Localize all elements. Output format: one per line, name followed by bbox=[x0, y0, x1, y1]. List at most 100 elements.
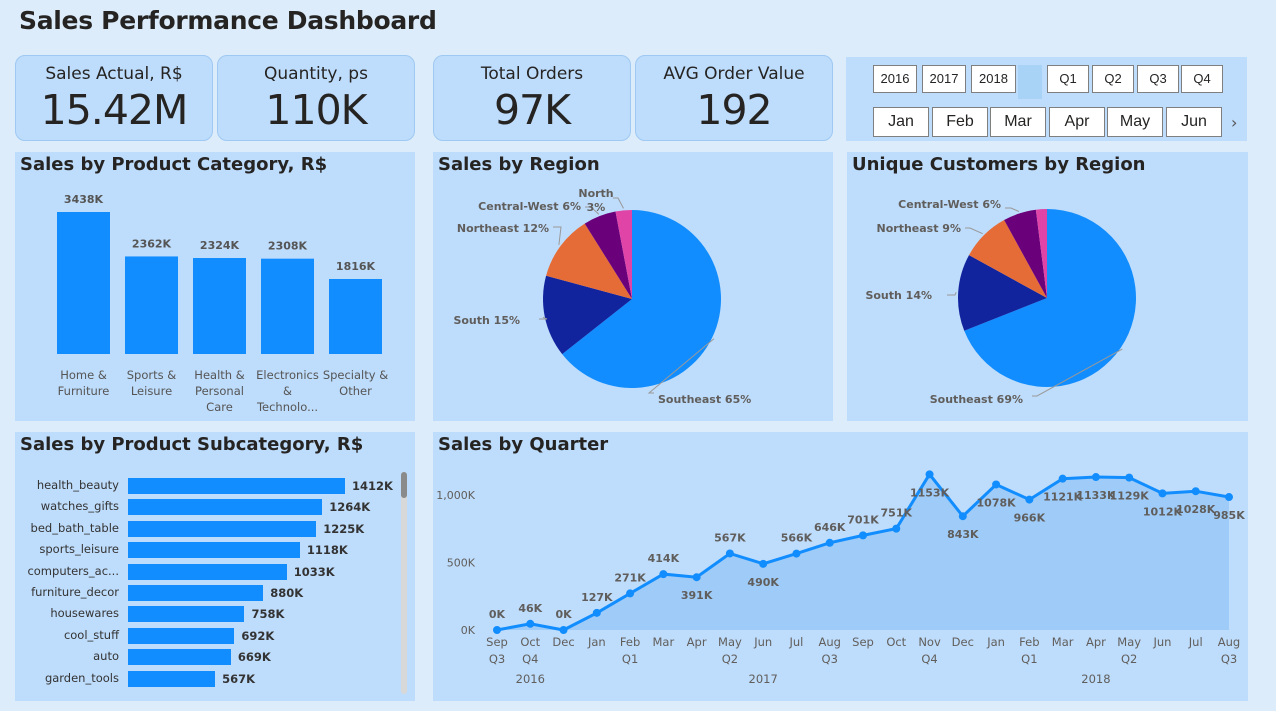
subcategory-row[interactable]: computers_ac... 1033K bbox=[15, 563, 415, 580]
slicer-year-2016[interactable]: 2016 bbox=[873, 65, 917, 93]
sales-point-label: 566K bbox=[781, 532, 813, 545]
y-axis-tick-label: 500K bbox=[447, 557, 476, 570]
kpi-value: 110K bbox=[265, 86, 367, 134]
x-axis-quarter-label: Q1 bbox=[1021, 652, 1037, 666]
quarter-area-chart: 0K 500K 1,000K 0K Sep 46K Oct 0K Dec 127K Jan 271K F… bbox=[436, 470, 1245, 686]
kpi-label: Total Orders bbox=[480, 64, 584, 84]
subcategory-value: 1118K bbox=[306, 543, 348, 558]
x-axis-quarter-label: Q3 bbox=[822, 652, 838, 666]
sales-point-label: 646K bbox=[814, 521, 846, 534]
x-axis-month-label: Mar bbox=[653, 635, 675, 649]
x-axis-month-label: Oct bbox=[886, 635, 906, 649]
x-axis-quarter-label: Q1 bbox=[622, 652, 638, 666]
category-bar bbox=[329, 278, 382, 354]
subcategory-row[interactable]: furniture_decor 880K bbox=[15, 585, 415, 601]
subcategory-bar bbox=[128, 670, 216, 687]
subcategory-row[interactable]: watches_gifts 1264K bbox=[15, 499, 415, 516]
subcategory-bar bbox=[128, 585, 264, 601]
subcategory-row[interactable]: health_beauty 1412K bbox=[15, 478, 415, 494]
slicer-quarter-q1[interactable]: Q1 bbox=[1047, 65, 1089, 93]
subcategory-value: 692K bbox=[241, 628, 275, 643]
scrollbar-thumb[interactable] bbox=[401, 472, 407, 498]
category-chart-panel: Sales by Product Category, R$ 3438K Home … bbox=[15, 152, 415, 421]
x-axis-month-label: Jan bbox=[986, 635, 1005, 649]
region-slice-label: Southeast 65% bbox=[658, 393, 751, 406]
x-axis-month-label: Aug bbox=[818, 635, 840, 649]
sales-point-label: 1028K bbox=[1176, 503, 1216, 516]
subcategory-label: cool_stuff bbox=[63, 627, 119, 642]
y-axis-tick-label: 1,000K bbox=[436, 489, 475, 502]
slicer-month-mar[interactable]: Mar bbox=[990, 107, 1046, 137]
subcategory-value: 880K bbox=[270, 586, 304, 600]
subcategory-row[interactable]: auto 669K bbox=[15, 649, 415, 666]
subcategory-label: bed_bath_table bbox=[30, 520, 119, 535]
category-axis-label: Care bbox=[206, 400, 233, 414]
subcategory-label: sports_leisure bbox=[39, 542, 119, 557]
chevron-right-icon[interactable]: › bbox=[1231, 113, 1237, 132]
x-axis-month-label: Jul bbox=[789, 635, 804, 649]
sales-point bbox=[692, 573, 701, 582]
category-bar-value: 3438K bbox=[64, 193, 104, 206]
region-chart-panel: Sales by Region Southeast 65% South 15% No… bbox=[433, 152, 833, 421]
category-bar-value: 2324K bbox=[200, 239, 240, 252]
category-axis-label: & bbox=[283, 384, 292, 398]
subcategory-row[interactable]: housewares 758K bbox=[15, 606, 415, 623]
region-slice-label: South 15% bbox=[453, 314, 520, 327]
sales-point bbox=[1091, 473, 1100, 482]
x-axis-year-label: 2017 bbox=[749, 672, 778, 686]
slicer-quarter-q4[interactable]: Q4 bbox=[1181, 65, 1223, 93]
kpi-card-quantity[interactable]: Quantity, ps 110K bbox=[217, 55, 415, 141]
subcategory-label: furniture_decor bbox=[31, 585, 119, 599]
sales-point-label: 751K bbox=[881, 507, 913, 520]
scrollbar-track[interactable] bbox=[401, 472, 407, 694]
slicer-month-may[interactable]: May bbox=[1107, 107, 1163, 137]
subcategory-value: 758K bbox=[251, 607, 285, 622]
sales-point-label: 391K bbox=[681, 589, 713, 602]
category-bar-chart: 3438K Home & Furniture 2362K Sports & Leisure… bbox=[57, 193, 388, 414]
x-axis-month-label: Feb bbox=[620, 635, 640, 649]
slicer-month-jan[interactable]: Jan bbox=[873, 107, 929, 137]
region-pie-chart: Southeast 65% South 15% Northeast 12% Centr… bbox=[453, 187, 751, 406]
x-axis-month-label: Jun bbox=[753, 635, 772, 649]
sales-point-label: 490K bbox=[747, 576, 779, 589]
subcategory-row[interactable]: bed_bath_table 1225K bbox=[15, 520, 415, 537]
subcategory-value: 1412K bbox=[352, 479, 393, 493]
slicer-month-feb[interactable]: Feb bbox=[932, 107, 988, 137]
kpi-value: 97K bbox=[493, 86, 571, 134]
slicer-year-2017[interactable]: 2017 bbox=[922, 65, 966, 93]
sales-point bbox=[493, 626, 501, 634]
kpi-label: AVG Order Value bbox=[663, 64, 805, 84]
category-axis-label: Home & bbox=[60, 368, 107, 382]
subcategory-row[interactable]: sports_leisure 1118K bbox=[15, 542, 415, 559]
customers-chart-panel: Unique Customers by Region Southeast 69%… bbox=[847, 152, 1248, 421]
sales-point bbox=[859, 531, 867, 540]
category-axis-label: Health & bbox=[194, 368, 244, 382]
customers-slice-label: Northeast 9% bbox=[877, 222, 961, 235]
slicer-year-2018[interactable]: 2018 bbox=[971, 65, 1016, 93]
category-bar-value: 1816K bbox=[336, 260, 376, 273]
subcategory-value: 1033K bbox=[293, 564, 335, 579]
x-axis-month-label: Apr bbox=[1086, 635, 1106, 649]
subcategory-value: 1264K bbox=[329, 500, 371, 515]
subcategory-row[interactable]: cool_stuff 692K bbox=[15, 627, 415, 644]
region-leader-line bbox=[613, 197, 624, 209]
slicer-month-jun[interactable]: Jun bbox=[1166, 107, 1222, 137]
sales-point-label: 701K bbox=[847, 513, 879, 526]
subcategory-row[interactable]: garden_tools 567K bbox=[15, 670, 415, 687]
sales-point-label: 1153K bbox=[910, 486, 950, 499]
sales-point bbox=[1025, 495, 1034, 504]
x-axis-month-label: Apr bbox=[687, 635, 707, 649]
subcategory-bar bbox=[128, 563, 287, 580]
subcategory-label: housewares bbox=[50, 606, 119, 621]
kpi-card-avg-order-value[interactable]: AVG Order Value 192 bbox=[635, 55, 833, 141]
slicer-month-apr[interactable]: Apr bbox=[1049, 107, 1105, 137]
slicer-quarter-q2[interactable]: Q2 bbox=[1092, 65, 1134, 93]
sales-point bbox=[526, 619, 535, 628]
category-bar bbox=[125, 256, 178, 354]
slicer-quarter-q3[interactable]: Q3 bbox=[1137, 65, 1179, 93]
kpi-card-total-orders[interactable]: Total Orders 97K bbox=[433, 55, 631, 141]
sales-point-label: 127K bbox=[581, 591, 613, 604]
kpi-card-sales-actual[interactable]: Sales Actual, R$ 15.42M bbox=[15, 55, 213, 141]
subcategory-value: 567K bbox=[222, 671, 256, 686]
x-axis-quarter-label: Q2 bbox=[722, 652, 738, 666]
